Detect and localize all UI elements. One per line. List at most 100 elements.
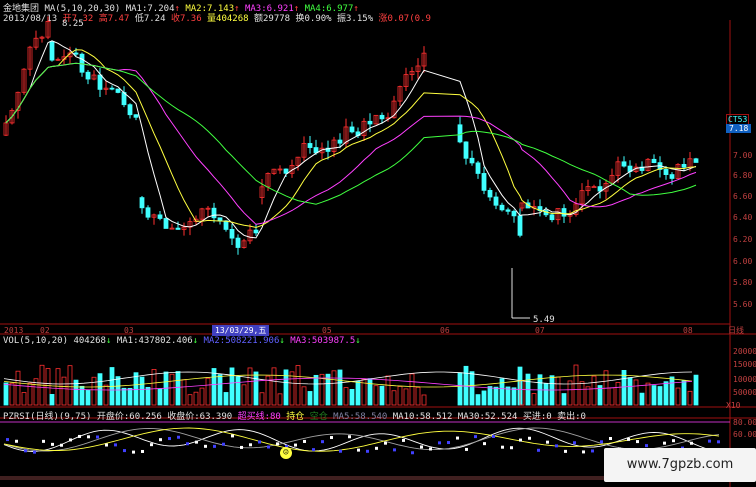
candle-down <box>217 217 223 222</box>
month-tick: 05 <box>322 326 332 335</box>
volume-bar <box>9 382 15 406</box>
volume-bar <box>675 387 681 406</box>
indicator-dot <box>15 439 18 443</box>
volume-value: 404268 <box>73 336 106 346</box>
indicator-ma5: MA5:58.540 <box>333 412 388 422</box>
indicator-axis-80: 80.00 <box>733 418 756 427</box>
candle-down <box>457 124 463 143</box>
candle-down <box>481 173 487 191</box>
indicator-dot <box>204 444 207 448</box>
volume-bar <box>457 372 463 406</box>
low-marker: 5.49 <box>533 315 555 325</box>
volume-bar <box>573 364 579 406</box>
indicator-dot <box>87 435 90 439</box>
price-tick: 6.40 <box>733 213 753 222</box>
volume-bar <box>133 372 139 406</box>
candle-down <box>157 214 163 219</box>
period-selector[interactable]: 日线 <box>728 325 744 336</box>
indicator-dot <box>231 434 234 438</box>
volume-bar <box>669 376 675 406</box>
indicator-dot <box>267 445 270 449</box>
indicator-short: 空仓 <box>309 412 328 422</box>
candle-down <box>651 158 657 164</box>
indicator-dot <box>600 440 603 444</box>
indicator-dot <box>330 436 333 440</box>
candle-down <box>693 158 699 163</box>
indicator-dot <box>78 434 81 438</box>
indicator-dot <box>429 447 432 451</box>
cursor-date: 13/03/29,五 <box>212 325 270 336</box>
candle-down <box>487 189 493 198</box>
indicator-dot <box>96 435 99 439</box>
candle-down <box>115 88 121 93</box>
indicator-dot <box>69 438 72 442</box>
indicator-header: PZRSI(日线)(9,75) 开盘价:60.256 收盘价:63.390 超买… <box>3 409 586 422</box>
indicator-dot <box>114 443 117 447</box>
indicator-hold: 持仓 <box>286 412 305 422</box>
volume-bar <box>487 386 493 406</box>
volume-bar <box>97 373 103 406</box>
indicator-dot <box>609 437 612 441</box>
indicator-dot <box>42 439 45 443</box>
candle-down <box>379 114 385 120</box>
indicator-dot <box>303 439 306 443</box>
candle-down <box>511 210 517 217</box>
candle-down <box>681 164 687 168</box>
candle-down <box>475 162 481 174</box>
volume-bar <box>217 374 223 406</box>
volume-bar <box>193 391 199 406</box>
indicator-buy: 买进:0 <box>522 412 552 422</box>
indicator-dot <box>60 443 63 447</box>
indicator-dot <box>240 445 243 449</box>
candle-down <box>549 214 555 221</box>
candle-down <box>85 71 91 80</box>
indicator-dot <box>555 444 558 448</box>
price-tick: 6.00 <box>733 257 753 266</box>
volume-bar <box>555 376 561 406</box>
indicator-dot <box>546 440 549 444</box>
indicator-dot <box>591 449 594 453</box>
indicator-dot <box>456 436 459 440</box>
candle-down <box>139 197 145 209</box>
volume-bar <box>687 390 693 406</box>
indicator-dot <box>402 438 405 442</box>
volume-bar <box>343 387 349 406</box>
volume-bar <box>229 367 235 406</box>
volume-bar <box>169 373 175 406</box>
volume-bar <box>247 367 253 406</box>
indicator-dot <box>168 437 171 441</box>
scroll-track <box>0 476 604 480</box>
price-tick: 6.20 <box>733 235 753 244</box>
indicator-dot <box>483 442 486 446</box>
volume-ma1: MA1:437802.406 <box>116 336 193 346</box>
volume-bar <box>567 380 573 406</box>
indicator-sell: 卖出:0 <box>557 412 586 422</box>
candle-up <box>591 186 597 189</box>
indicator-dot <box>249 443 252 447</box>
volume-bar <box>223 392 229 406</box>
volume-bar <box>511 387 517 406</box>
indicator-dot <box>105 443 108 447</box>
volume-bar <box>253 371 259 406</box>
ma-line <box>5 49 697 229</box>
volume-bar <box>85 389 91 406</box>
price-tick: 5.60 <box>733 300 753 309</box>
volume-bar <box>21 392 27 406</box>
indicator-dot <box>690 441 693 445</box>
volume-bar <box>103 384 109 406</box>
volume-bar <box>61 376 67 406</box>
volume-bar <box>663 381 669 406</box>
volume-bar <box>3 382 9 406</box>
volume-bar <box>67 365 73 406</box>
indicator-dot <box>276 442 279 446</box>
volume-bar <box>55 368 61 406</box>
indicator-dot <box>420 445 423 449</box>
indicator-open: 开盘价:60.256 <box>96 412 162 422</box>
indicator-dot <box>717 440 720 444</box>
volume-bar <box>211 368 217 406</box>
candle-down <box>235 237 241 248</box>
volume-bar <box>259 392 265 406</box>
indicator-dot <box>312 448 315 452</box>
indicator-dot <box>384 441 387 445</box>
candle-down <box>621 161 627 167</box>
